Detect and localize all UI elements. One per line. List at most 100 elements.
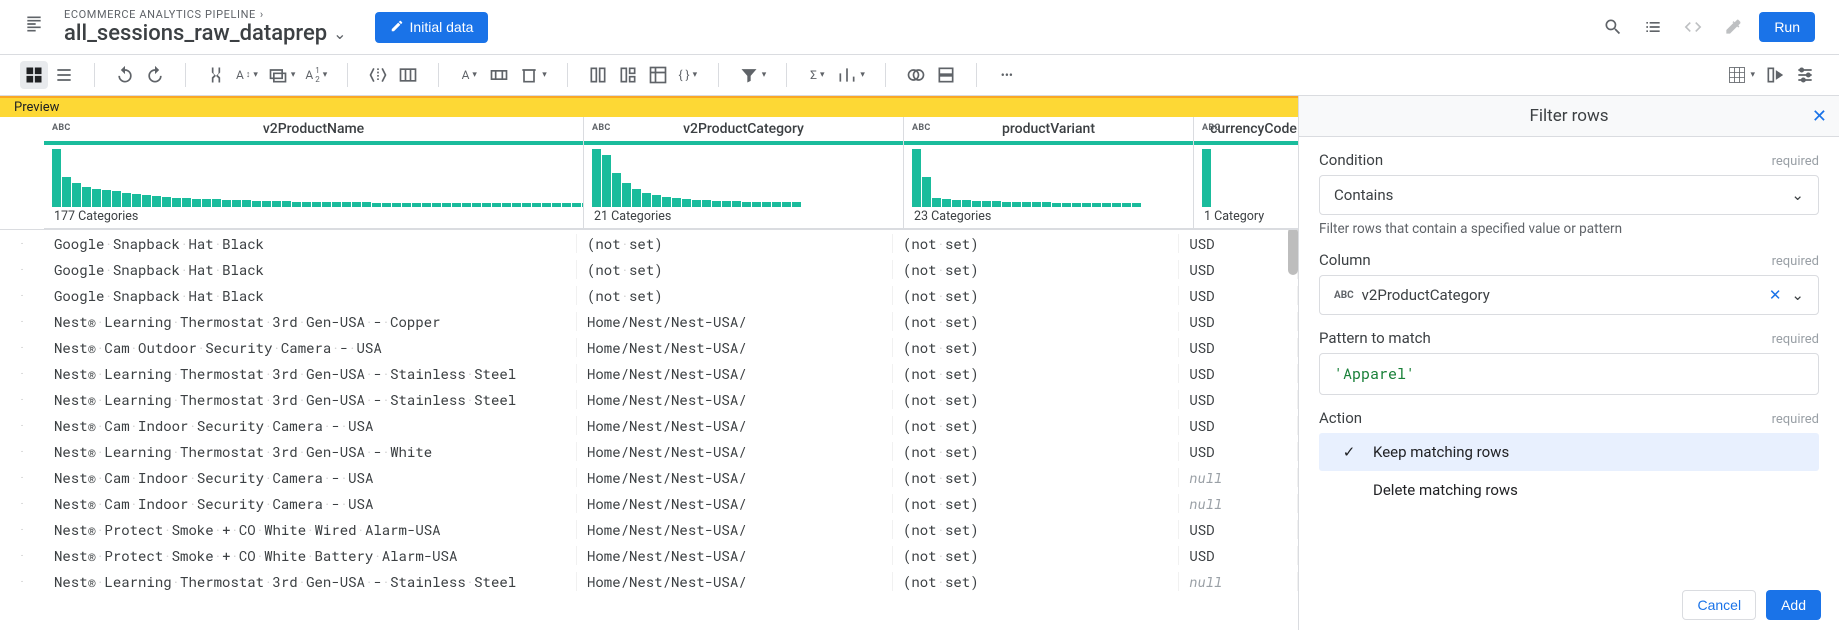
initial-data-button[interactable]: Initial data [375, 12, 489, 43]
column-header-row: ABC v2ProductName 177 Categories ABC v2P… [0, 117, 1298, 230]
histogram[interactable] [904, 145, 1193, 207]
row-marker: · [0, 497, 44, 510]
table-row[interactable]: · Nest®·Learning·Thermostat·3rd·Gen-USA·… [0, 360, 1298, 386]
sort-alpha-icon[interactable]: A↕▾ [232, 61, 262, 89]
dedupe-icon[interactable]: ▾ [264, 61, 300, 89]
add-button[interactable]: Add [1766, 590, 1821, 620]
braces-icon[interactable]: { }▾ [674, 61, 702, 89]
cancel-button[interactable]: Cancel [1682, 590, 1756, 620]
cell: USD [1179, 442, 1298, 461]
column-header[interactable]: ABC currencyCode 1 Category [1194, 117, 1298, 229]
table-row[interactable]: · Google·Snapback·Hat·Black (not·set) (n… [0, 256, 1298, 282]
required-badge: required [1772, 254, 1819, 269]
cell: (not·set) [893, 572, 1179, 591]
filter-icon[interactable]: ▾ [735, 61, 771, 89]
cell: Nest®·Cam·Outdoor·Security·Camera·-·USA [44, 338, 577, 357]
pattern-field: Pattern to match required 'Apparel' [1319, 329, 1819, 395]
merge-columns-icon[interactable] [202, 61, 230, 89]
table-row[interactable]: · Nest®·Cam·Indoor·Security·Camera·-·USA… [0, 464, 1298, 490]
histogram[interactable] [44, 145, 583, 207]
table-row[interactable]: · Nest®·Protect·Smoke·+·CO·White·Battery… [0, 542, 1298, 568]
row-marker: · [0, 575, 44, 588]
table-row[interactable]: · Google·Snapback·Hat·Black (not·set) (n… [0, 230, 1298, 256]
histogram[interactable] [1194, 145, 1298, 207]
action-delete-matching[interactable]: Delete matching rows [1319, 471, 1819, 509]
cell: Nest®·Cam·Indoor·Security·Camera·-·USA [44, 416, 577, 435]
column-header[interactable]: ABC productVariant 23 Categories [904, 117, 1194, 229]
toolbar-separator [347, 63, 348, 87]
title-chevron-down-icon[interactable]: ⌄ [333, 24, 346, 43]
cell: USD [1179, 286, 1298, 305]
table-row[interactable]: · Google·Snapback·Hat·Black (not·set) (n… [0, 282, 1298, 308]
app-header: ECOMMERCE ANALYTICS PIPELINE › all_sessi… [0, 0, 1839, 55]
window-fn-icon[interactable]: ▾ [833, 61, 869, 89]
initial-data-label: Initial data [410, 19, 474, 35]
vertical-scrollbar[interactable] [1288, 227, 1298, 630]
check-icon: ✓ [1339, 443, 1359, 461]
column-name: v2ProductName [263, 121, 364, 137]
breadcrumb-text: ECOMMERCE ANALYTICS PIPELINE [64, 8, 256, 21]
table-row[interactable]: · Nest®·Learning·Thermostat·3rd·Gen-USA·… [0, 386, 1298, 412]
cell: (not·set) [893, 468, 1179, 487]
cell: Home/Nest/Nest-USA/ [577, 312, 893, 331]
row-marker: · [0, 263, 44, 276]
column-select[interactable]: ABC v2ProductCategory ✕ ⌄ [1319, 275, 1819, 315]
cell: USD [1179, 390, 1298, 409]
grid-view-icon[interactable] [20, 61, 48, 89]
close-icon[interactable]: ✕ [1812, 106, 1827, 127]
panel-footer: Cancel Add [1299, 580, 1839, 630]
histogram-label: 1 Category [1194, 207, 1298, 229]
target-column-icon[interactable] [1761, 61, 1789, 89]
undo-icon[interactable] [111, 61, 139, 89]
rename-sort-icon[interactable]: A12▾ [301, 61, 331, 89]
filter-rows-panel: Filter rows ✕ Condition required Contain… [1299, 96, 1839, 630]
histogram[interactable] [584, 145, 903, 207]
column-name: currencyCode [1210, 121, 1297, 137]
breadcrumb[interactable]: ECOMMERCE ANALYTICS PIPELINE › [64, 8, 347, 21]
table-row[interactable]: · Nest®·Learning·Thermostat·3rd·Gen-USA·… [0, 308, 1298, 334]
cell: (not·set) [893, 338, 1179, 357]
condition-select[interactable]: Contains ⌄ [1319, 175, 1819, 215]
table-row[interactable]: · Nest®·Learning·Thermostat·3rd·Gen-USA·… [0, 568, 1298, 594]
table-row[interactable]: · Nest®·Protect·Smoke·+·CO·White·Wired·A… [0, 516, 1298, 542]
table-row[interactable]: · Nest®·Cam·Outdoor·Security·Camera·-·US… [0, 334, 1298, 360]
column-label: Column [1319, 251, 1371, 269]
run-button[interactable]: Run [1759, 12, 1815, 42]
condition-label: Condition [1319, 151, 1383, 169]
column-header[interactable]: ABC v2ProductCategory 21 Categories [584, 117, 904, 229]
more-icon[interactable]: ••• [993, 61, 1021, 89]
format-text-icon[interactable]: A▾ [455, 61, 483, 89]
action-keep-matching[interactable]: ✓ Keep matching rows [1319, 433, 1819, 471]
cell: Home/Nest/Nest-USA/ [577, 416, 893, 435]
run-label: Run [1774, 19, 1800, 35]
pattern-input[interactable]: 'Apparel' [1319, 353, 1819, 395]
scroll-thumb[interactable] [1288, 227, 1298, 275]
type-badge: ABC [52, 123, 71, 133]
calc-column-icon[interactable] [584, 61, 612, 89]
toolbar-separator [786, 63, 787, 87]
union-icon[interactable] [932, 61, 960, 89]
column-header[interactable]: ABC v2ProductName 177 Categories [44, 117, 584, 229]
table-row[interactable]: · Nest®·Cam·Indoor·Security·Camera·-·USA… [0, 490, 1298, 516]
search-icon[interactable] [1599, 13, 1627, 41]
row-marker: · [0, 289, 44, 302]
table-row[interactable]: · Nest®·Learning·Thermostat·3rd·Gen-USA·… [0, 438, 1298, 464]
table-row[interactable]: · Nest®·Cam·Indoor·Security·Camera·-·USA… [0, 412, 1298, 438]
list-view-icon[interactable] [50, 61, 78, 89]
cell: null [1179, 468, 1298, 487]
cell: Home/Nest/Nest-USA/ [577, 338, 893, 357]
cell: Nest®·Cam·Indoor·Security·Camera·-·USA [44, 494, 577, 513]
pivot-icon[interactable] [644, 61, 672, 89]
replace-icon[interactable] [485, 61, 513, 89]
column-value: v2ProductCategory [1362, 286, 1490, 304]
cell: (not·set) [893, 286, 1179, 305]
split-column-icon[interactable] [364, 61, 392, 89]
count-icon[interactable] [614, 61, 642, 89]
sigma-icon[interactable]: Σ▾ [803, 61, 831, 89]
clear-column-icon[interactable]: ✕ [1769, 286, 1782, 304]
extract-icon[interactable] [394, 61, 422, 89]
settings-sliders-icon[interactable] [1791, 61, 1819, 89]
recipe-list-icon[interactable] [1639, 13, 1667, 41]
clean-icon[interactable]: ▾ [515, 61, 551, 89]
join-icon[interactable] [902, 61, 930, 89]
